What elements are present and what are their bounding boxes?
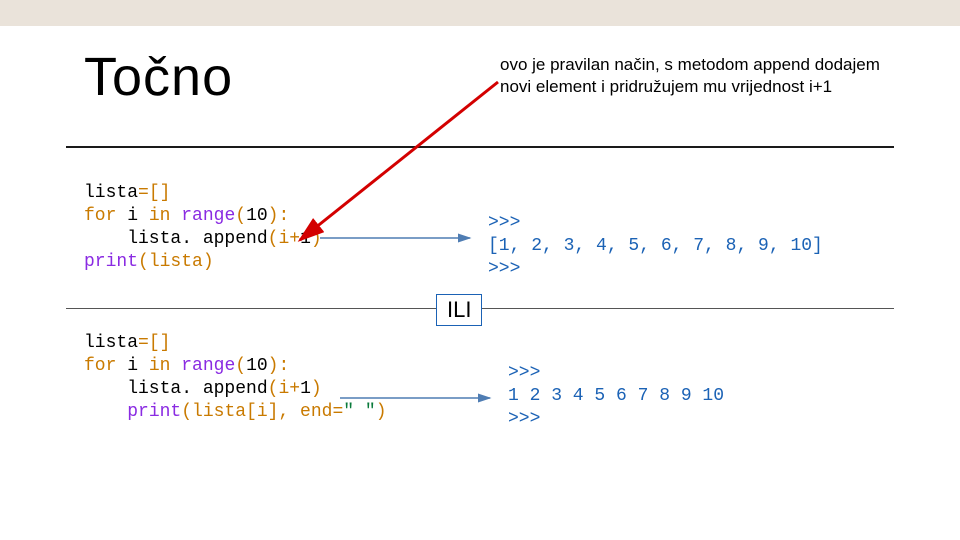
code-text: =[] <box>138 333 170 353</box>
annotation-note: ovo je pravilan način, s metodom append … <box>500 54 880 98</box>
output-text: [1, 2, 3, 4, 5, 6, 7, 8, 9, 10] <box>488 236 823 256</box>
slide-title: Točno <box>84 46 233 108</box>
output-text: >>> <box>488 259 520 279</box>
code-text: for <box>84 206 127 226</box>
code-text: ) <box>311 229 322 249</box>
output-block-2: >>> 1 2 3 4 5 6 7 8 9 10 >>> <box>508 362 724 431</box>
code-text: (i <box>268 379 290 399</box>
red-arrow-icon <box>300 82 498 240</box>
top-decor-bar <box>0 0 960 26</box>
code-text: lista. append <box>84 379 268 399</box>
output-text: >>> <box>508 363 540 383</box>
code-text: ) <box>376 402 387 422</box>
code-text: (lista[i], end <box>181 402 332 422</box>
output-block-1: >>> [1, 2, 3, 4, 5, 6, 7, 8, 9, 10] >>> <box>488 212 823 281</box>
code-text: 1 <box>300 229 311 249</box>
code-text: range <box>181 356 235 376</box>
code-text: ): <box>268 356 290 376</box>
code-text: =[] <box>138 183 170 203</box>
code-text: range <box>181 206 235 226</box>
code-text: print <box>127 402 181 422</box>
code-text: lista <box>84 183 138 203</box>
code-text: = <box>332 402 343 422</box>
code-text: i <box>127 206 149 226</box>
title-underline <box>66 146 894 148</box>
output-text: >>> <box>488 213 520 233</box>
code-text: 1 <box>300 379 311 399</box>
output-text: >>> <box>508 409 540 429</box>
code-text: " " <box>343 402 375 422</box>
code-text: ) <box>311 379 322 399</box>
code-text: ( <box>235 206 246 226</box>
code-text: ( <box>235 356 246 376</box>
code-text: for <box>84 356 127 376</box>
code-text: 10 <box>246 206 268 226</box>
code-text: lista. append <box>84 229 268 249</box>
code-block-2: lista=[] for i in range(10): lista. appe… <box>84 332 387 424</box>
code-text: ): <box>268 206 290 226</box>
code-text: in <box>149 356 181 376</box>
code-block-1: lista=[] for i in range(10): lista. appe… <box>84 182 322 274</box>
code-text: + <box>289 229 300 249</box>
code-text: (i <box>268 229 290 249</box>
code-text: lista <box>84 333 138 353</box>
output-text: 1 2 3 4 5 6 7 8 9 10 <box>508 386 724 406</box>
code-text: (lista) <box>138 252 214 272</box>
code-text: print <box>84 252 138 272</box>
code-text <box>84 402 127 422</box>
code-text: i <box>127 356 149 376</box>
divider-label: ILI <box>436 294 482 326</box>
code-text: 10 <box>246 356 268 376</box>
code-text: + <box>289 379 300 399</box>
code-text: in <box>149 206 181 226</box>
